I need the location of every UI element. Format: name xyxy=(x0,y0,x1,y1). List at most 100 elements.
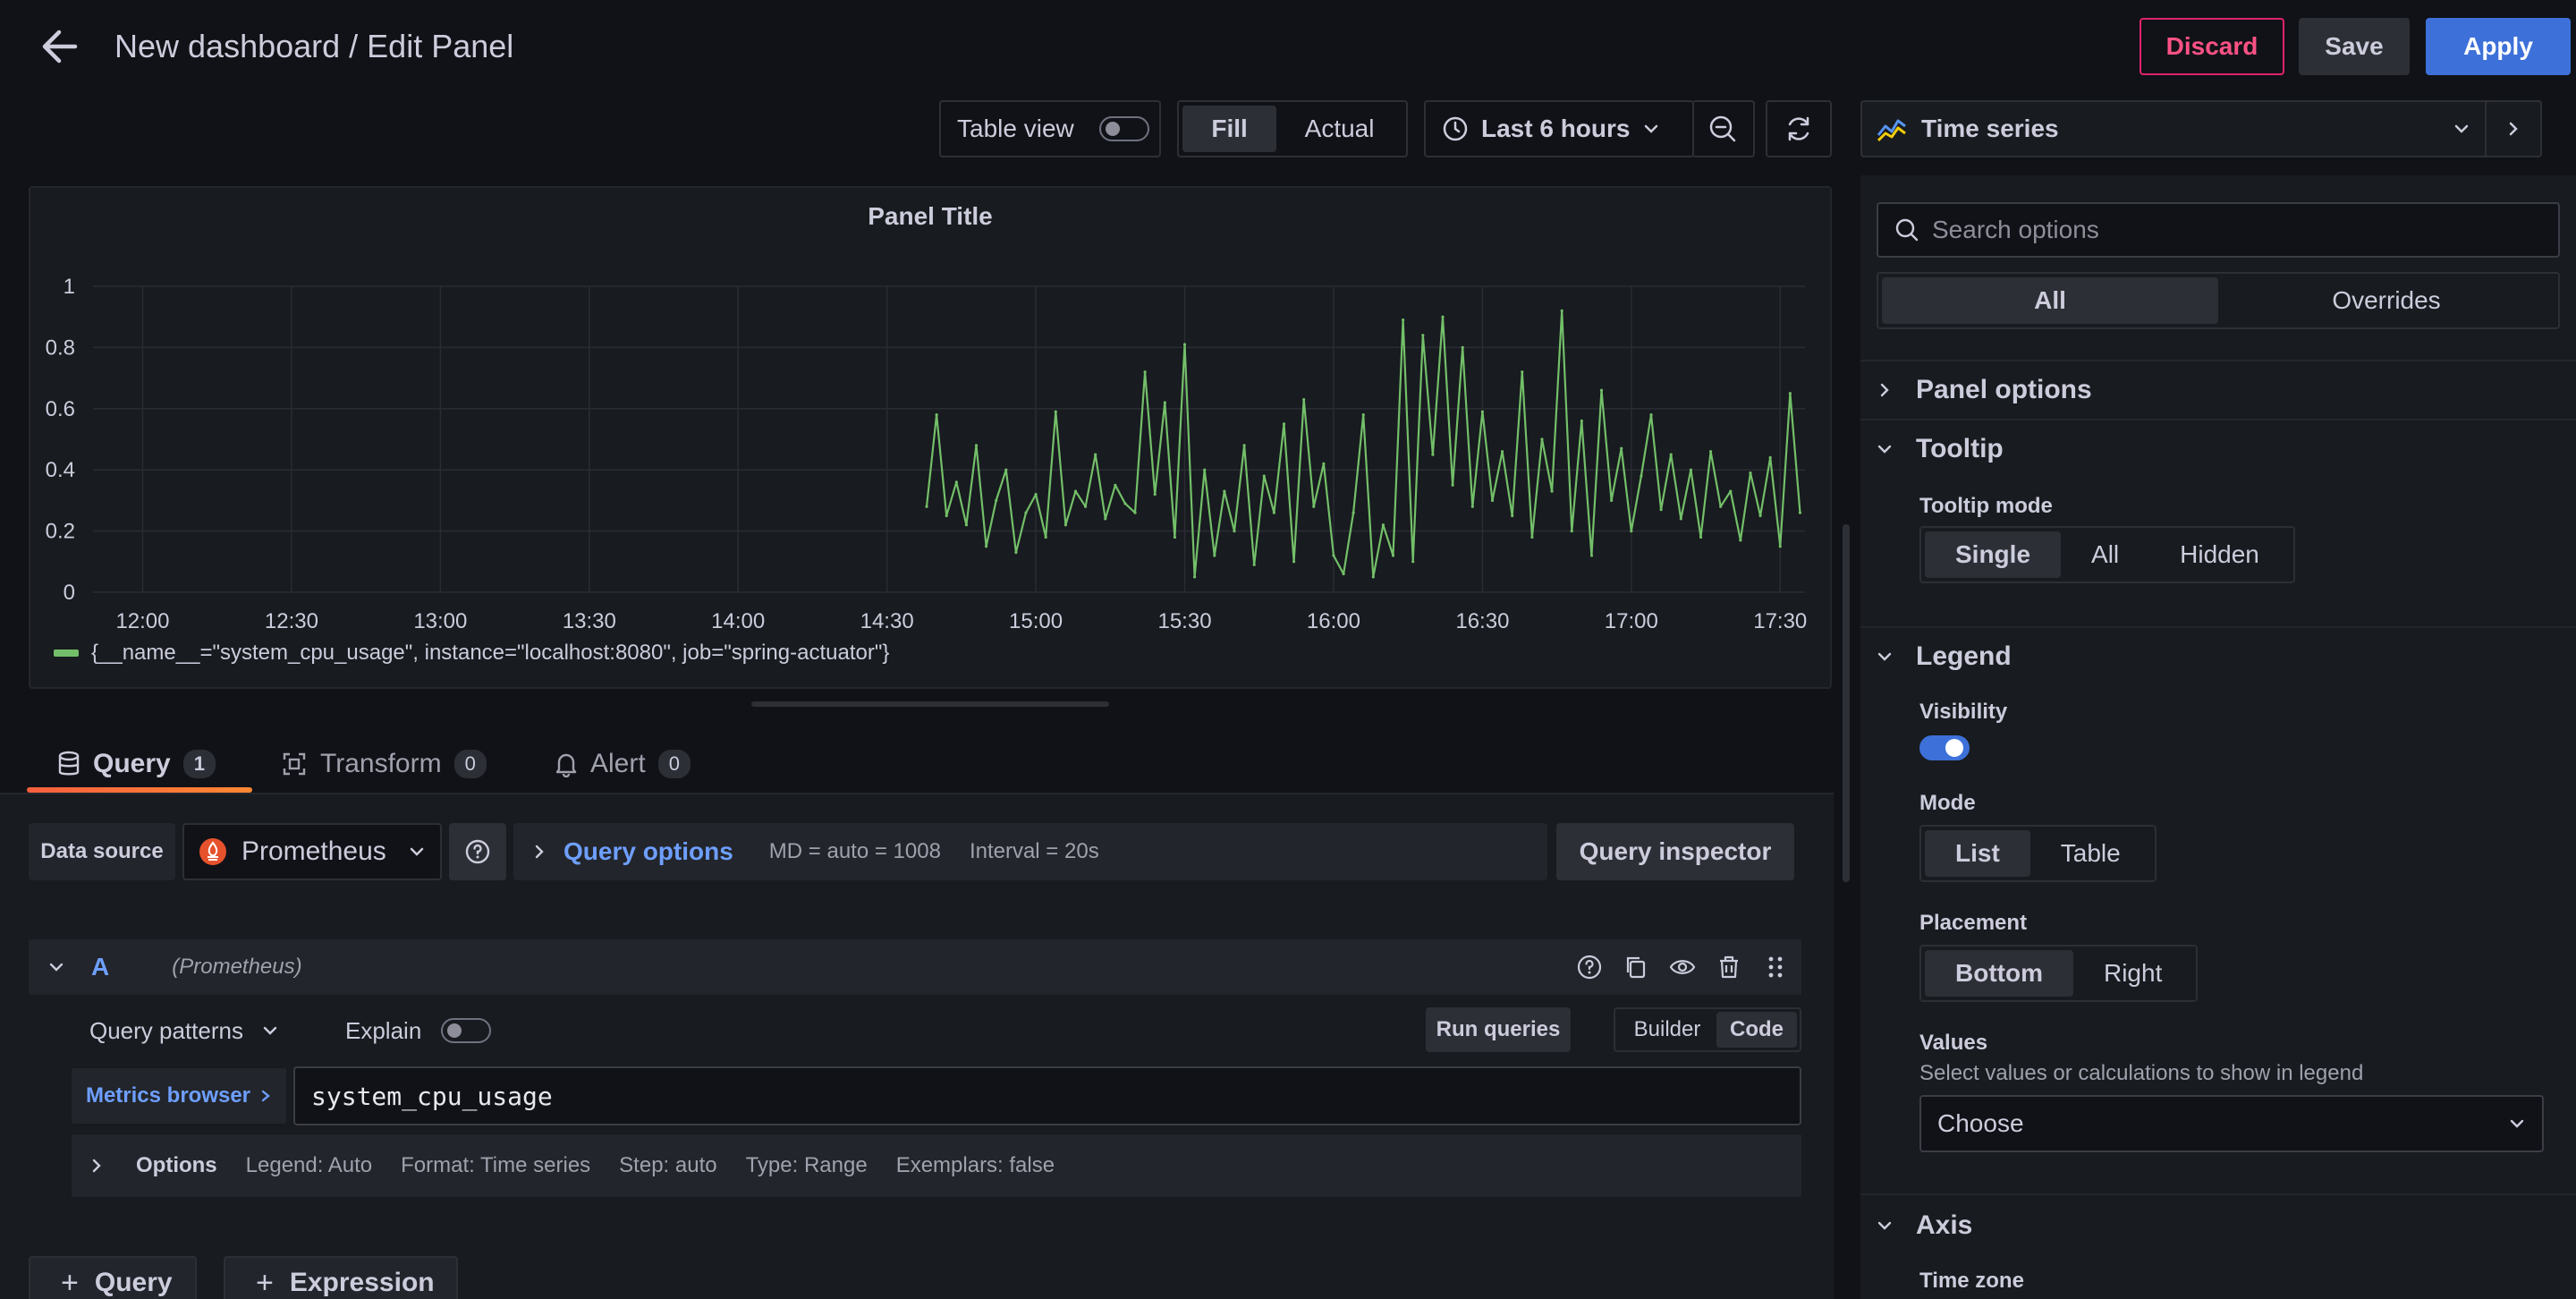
table-view-switch[interactable] xyxy=(1098,116,1149,141)
data-point xyxy=(1104,517,1107,521)
back-button[interactable] xyxy=(34,25,84,68)
add-query-button[interactable]: + Query xyxy=(29,1256,197,1299)
time-series-chart[interactable]: 0 0.2 0.4 0.6 0.8 1 12:00 12:30 13:00 13:30 14:00 1… xyxy=(30,188,1834,691)
clock-icon xyxy=(1443,116,1468,141)
tab-alert[interactable]: Alert 0 xyxy=(555,739,691,789)
legend-placement-bottom[interactable]: Bottom xyxy=(1925,950,2073,997)
run-queries-button[interactable]: Run queries xyxy=(1426,1007,1571,1052)
data-point xyxy=(1213,554,1216,557)
fill-option[interactable]: Fill xyxy=(1182,106,1277,152)
tooltip-mode-single[interactable]: Single xyxy=(1925,531,2062,578)
visualization-picker[interactable]: Time series xyxy=(1860,100,2490,157)
tooltip-mode-all[interactable]: All xyxy=(2061,531,2149,578)
legend-values-placeholder: Choose xyxy=(1937,1109,2024,1137)
section-axis[interactable]: Axis xyxy=(1877,1199,1972,1252)
trash-icon[interactable] xyxy=(1716,954,1742,981)
time-range-label: Last 6 hours xyxy=(1481,115,1631,142)
zoom-out-icon xyxy=(1709,115,1736,142)
data-point xyxy=(1371,575,1375,579)
legend-mode-table[interactable]: Table xyxy=(2030,830,2151,877)
x-tick-label: 17:00 xyxy=(1605,609,1658,633)
tooltip-mode-hidden[interactable]: Hidden xyxy=(2149,531,2290,578)
query-inspector-button[interactable]: Query inspector xyxy=(1556,823,1794,880)
plus-icon: + xyxy=(256,1265,274,1299)
query-patterns-dropdown[interactable]: Query patterns xyxy=(89,1011,279,1050)
data-point xyxy=(1739,539,1742,542)
tab-query-label: Query xyxy=(93,749,171,778)
data-point xyxy=(1054,410,1057,413)
legend-values-select[interactable]: Choose xyxy=(1919,1095,2544,1152)
question-circle-icon[interactable] xyxy=(1576,954,1603,981)
explain-switch[interactable] xyxy=(441,1018,492,1043)
time-zone-label: Time zone xyxy=(1919,1269,2024,1293)
legend-placement-right[interactable]: Right xyxy=(2073,950,2192,997)
refresh-button[interactable] xyxy=(1766,100,1832,157)
toggle-options-pane-button[interactable] xyxy=(2485,100,2542,157)
data-point xyxy=(1798,511,1802,514)
format-option: Format: Time series xyxy=(401,1153,591,1177)
eye-icon[interactable] xyxy=(1669,954,1696,981)
query-options-bar[interactable]: Query options MD = auto = 1008 Interval … xyxy=(513,823,1547,880)
chevron-right-icon xyxy=(92,1159,101,1173)
tab-transform[interactable]: Transform 0 xyxy=(281,739,487,789)
pane-splitter[interactable] xyxy=(751,701,1109,707)
query-options-row[interactable]: Options Legend: Auto Format: Time series… xyxy=(72,1134,1801,1197)
drag-handle-icon[interactable] xyxy=(1762,954,1789,981)
chevron-down-icon xyxy=(1877,445,1892,454)
all-tab[interactable]: All xyxy=(1882,277,2218,324)
data-point xyxy=(1649,413,1653,417)
search-options-placeholder: Search options xyxy=(1932,216,2099,243)
metrics-browser-button[interactable]: Metrics browser xyxy=(72,1068,286,1124)
actual-option[interactable]: Actual xyxy=(1276,106,1402,152)
discard-button[interactable]: Discard xyxy=(2140,18,2284,75)
search-options-input[interactable]: Search options xyxy=(1877,202,2560,258)
builder-mode-option[interactable]: Builder xyxy=(1618,1012,1716,1048)
section-legend[interactable]: Legend xyxy=(1877,630,2012,683)
data-point xyxy=(1788,392,1792,395)
section-divider xyxy=(1860,419,2576,420)
data-point xyxy=(1580,419,1583,423)
y-tick-label: 1 xyxy=(64,275,75,299)
zoom-out-button[interactable] xyxy=(1692,100,1755,157)
data-point xyxy=(1163,401,1166,404)
data-point xyxy=(1143,370,1147,374)
tab-query[interactable]: Query 1 xyxy=(57,739,216,789)
legend-option: Legend: Auto xyxy=(245,1153,373,1177)
section-tooltip[interactable]: Tooltip xyxy=(1877,422,2004,476)
add-expression-button[interactable]: + Expression xyxy=(224,1256,458,1299)
code-mode-option[interactable]: Code xyxy=(1716,1012,1797,1048)
section-panel-options[interactable]: Panel options xyxy=(1877,363,2092,417)
promql-expression-input[interactable]: system_cpu_usage xyxy=(293,1066,1801,1125)
legend[interactable]: {__name__="system_cpu_usage", instance="… xyxy=(54,641,889,666)
data-point xyxy=(1729,489,1733,493)
legend-mode-list[interactable]: List xyxy=(1925,830,2030,877)
copy-icon[interactable] xyxy=(1623,954,1649,981)
chevron-down-icon[interactable] xyxy=(48,959,64,975)
mode-label: Mode xyxy=(1919,791,1976,815)
vertical-scrollbar[interactable] xyxy=(1843,524,1850,882)
metrics-browser-label: Metrics browser xyxy=(85,1083,251,1108)
data-point xyxy=(1391,554,1395,557)
data-point xyxy=(1123,502,1127,505)
chevron-down-icon xyxy=(1645,124,1658,133)
add-expression-label: Expression xyxy=(289,1268,435,1297)
datasource-help-button[interactable] xyxy=(449,823,506,880)
arrow-left-icon xyxy=(42,30,78,64)
series-line xyxy=(925,310,1801,578)
datasource-picker[interactable]: Prometheus xyxy=(182,823,442,880)
data-point xyxy=(1242,444,1246,447)
x-tick-label: 14:30 xyxy=(860,609,914,633)
data-point xyxy=(1024,511,1028,514)
chevron-right-icon xyxy=(1880,383,1889,397)
tab-alert-label: Alert xyxy=(590,749,646,778)
query-ref-id[interactable]: A xyxy=(91,953,109,981)
save-button[interactable]: Save xyxy=(2299,18,2410,75)
time-range-picker[interactable]: Last 6 hours xyxy=(1424,100,1694,157)
data-point xyxy=(1114,483,1117,487)
data-point xyxy=(1193,575,1197,579)
data-point xyxy=(1708,450,1713,454)
overrides-tab[interactable]: Overrides xyxy=(2218,277,2555,324)
legend-visibility-switch[interactable] xyxy=(1919,735,1970,760)
all-overrides-switch: All Overrides xyxy=(1877,272,2560,329)
apply-button[interactable]: Apply xyxy=(2426,18,2571,75)
